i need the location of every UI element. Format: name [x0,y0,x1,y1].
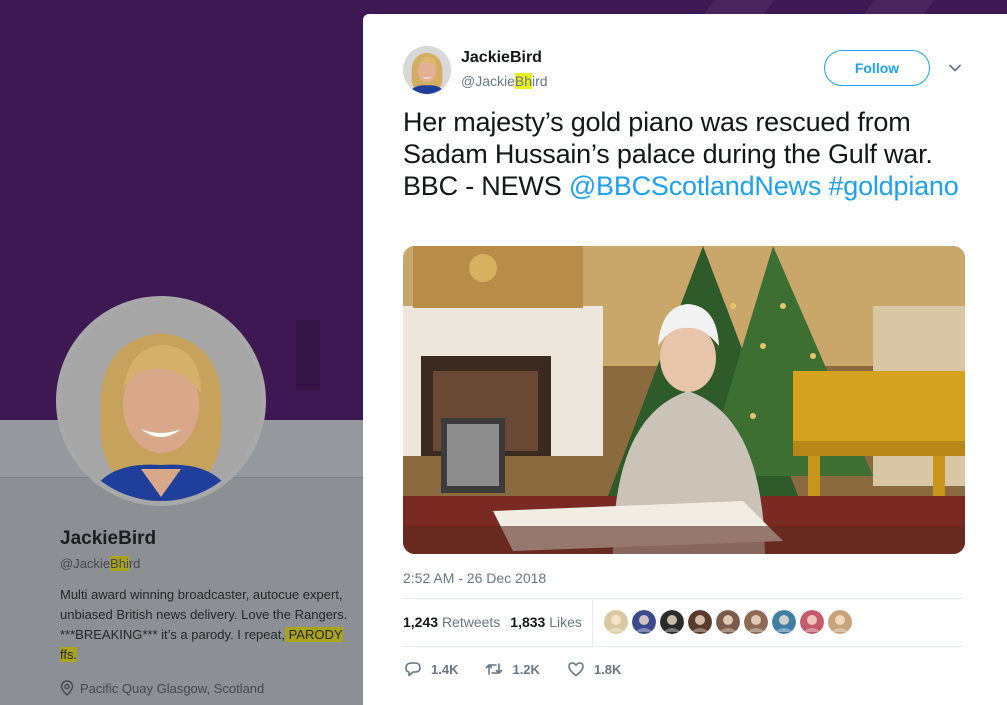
hashtag-link[interactable]: #goldpiano [828,171,958,201]
profile-handle: @JackieBhird [60,556,141,571]
profile-location: Pacific Quay Glasgow, Scotland [60,680,264,696]
follow-button[interactable]: Follow [824,50,930,86]
location-pin-icon [60,680,74,696]
heart-icon [568,662,584,677]
liker-avatars [604,610,852,634]
retweet-count: 1.2K [512,661,540,677]
divider [403,598,963,599]
liker-avatar[interactable] [744,610,768,634]
liker-avatar[interactable] [772,610,796,634]
divider [403,646,963,647]
location-text: Pacific Quay Glasgow, Scotland [80,680,265,696]
reply-count: 1.4K [431,661,459,677]
author-name[interactable]: JackieBird [461,49,542,67]
engagement-stats: 1,243 Retweets 1,833 Likes [403,614,582,630]
tweet-timestamp[interactable]: 2:52 AM - 26 Dec 2018 [403,570,546,586]
retweets-stat[interactable]: 1,243 Retweets [403,614,500,630]
liker-avatar[interactable] [716,610,740,634]
liker-avatar[interactable] [828,610,852,634]
liker-avatar[interactable] [800,610,824,634]
author-handle[interactable]: @JackieBhird [461,73,548,89]
like-button[interactable]: 1.8K [566,659,621,679]
liker-avatar[interactable] [660,610,684,634]
tweet-photo[interactable] [403,246,965,554]
profile-bio: Multi award winning broadcaster, autocue… [60,587,348,662]
reply-icon [405,662,421,677]
tweet-actions: 1.4K 1.2K 1.8K [403,659,621,679]
profile-name: JackieBird [60,528,157,549]
profile-avatar[interactable] [56,296,266,506]
tweet-modal: JackieBird @JackieBhird Follow Her majes… [363,14,1007,705]
like-count: 1.8K [593,661,622,677]
mention-link[interactable]: @BBCScotlandNews [569,171,822,201]
likes-stat[interactable]: 1,833 Likes [510,614,582,630]
author-avatar[interactable] [403,46,451,94]
retweet-icon [486,663,503,675]
liker-avatar[interactable] [688,610,712,634]
caret-down-icon[interactable] [947,60,963,76]
reply-button[interactable]: 1.4K [403,659,458,679]
stats-separator [592,600,593,646]
retweet-button[interactable]: 1.2K [484,659,540,679]
liker-avatar[interactable] [604,610,628,634]
tweet-text: Her majesty’s gold piano was rescued fro… [403,107,959,201]
liker-avatar[interactable] [632,610,656,634]
